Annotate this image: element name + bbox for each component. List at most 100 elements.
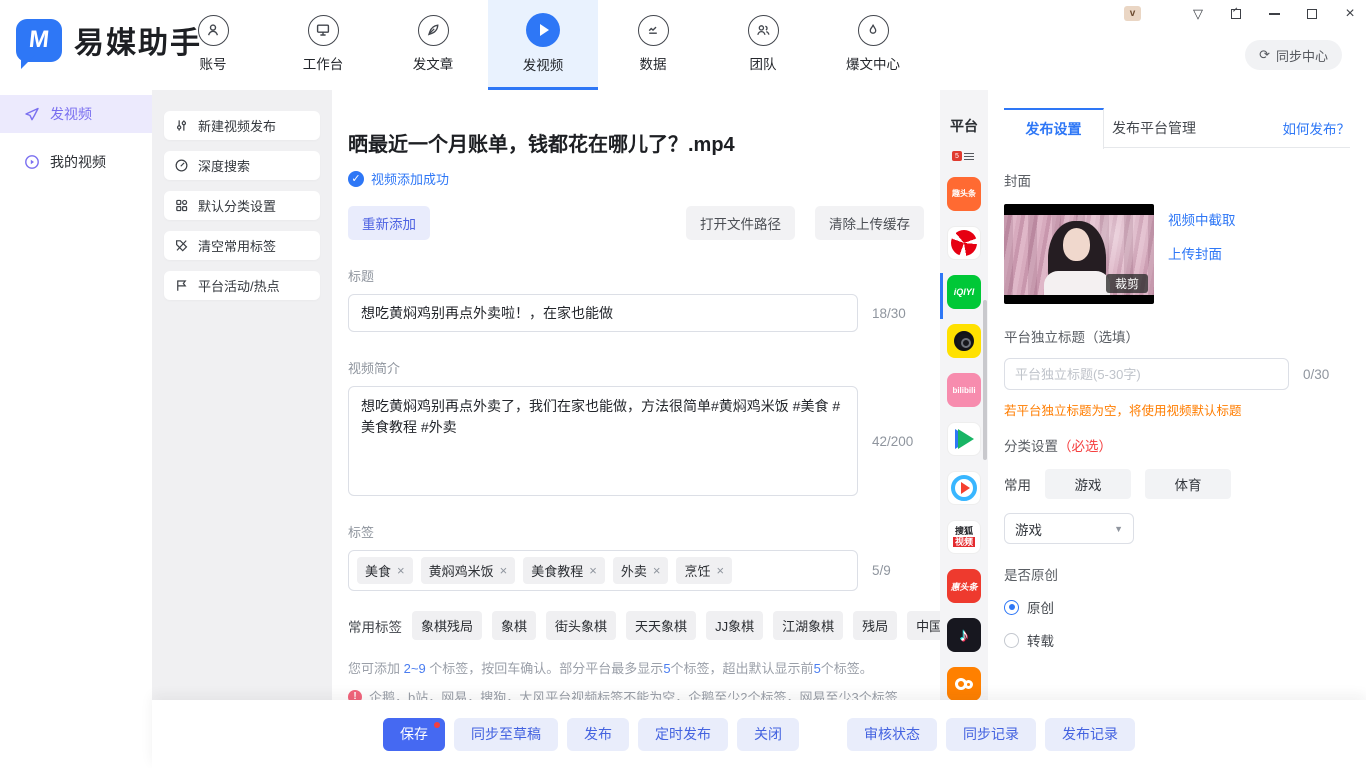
- deep-search-button[interactable]: 深度搜索: [164, 151, 320, 180]
- publish-button[interactable]: 发布: [567, 718, 629, 751]
- tag-chip[interactable]: 烹饪×: [676, 557, 732, 584]
- header: M 易媒助手 账号 工作台 发文章: [0, 0, 1366, 90]
- nav-item-publish-video[interactable]: 发视频: [488, 0, 598, 87]
- common-tag-chip[interactable]: 街头象棋: [546, 611, 616, 640]
- publish-records-button[interactable]: 发布记录: [1045, 718, 1135, 751]
- platform-icon-tencent-video[interactable]: [947, 422, 981, 456]
- category-chip-game[interactable]: 游戏: [1045, 469, 1131, 499]
- platform-icon-douyin[interactable]: ♪: [947, 618, 981, 652]
- tag-chip[interactable]: 外卖 ×: [613, 557, 669, 584]
- radio-repost[interactable]: 转载: [1004, 630, 1350, 650]
- platform-icon-bilibili[interactable]: bilibili: [947, 373, 981, 407]
- titlebar-app-icon: v: [1124, 6, 1141, 21]
- platform-icon-camera-yellow[interactable]: [947, 324, 981, 358]
- remove-tag-icon[interactable]: ×: [397, 563, 405, 578]
- close-button[interactable]: 关闭: [737, 718, 799, 751]
- nav-item-team[interactable]: 团队: [708, 0, 818, 87]
- scheduled-publish-button[interactable]: 定时发布: [638, 718, 728, 751]
- remove-tag-icon[interactable]: ×: [589, 563, 597, 578]
- common-tag-chip[interactable]: 象棋残局: [412, 611, 482, 640]
- tool-button-label: 新建视频发布: [198, 116, 276, 135]
- tag-chip[interactable]: 美食教程×: [523, 557, 605, 584]
- tag-chip[interactable]: 黄焖鸡米饭×: [421, 557, 516, 584]
- tools-panel: 新建视频发布 深度搜索 默认分类设置 清空常用标签 平台活动/热点: [152, 90, 332, 700]
- minimize-icon[interactable]: [1266, 6, 1282, 22]
- grid-icon: [174, 198, 189, 213]
- open-file-path-button[interactable]: 打开文件路径: [686, 206, 795, 240]
- remove-tag-icon[interactable]: ×: [716, 563, 724, 578]
- platform-icon-huitoutiao[interactable]: 惠头条: [947, 569, 981, 603]
- description-textarea[interactable]: 想吃黄焖鸡别再点外卖了，我们在家也能做，方法很简单#黄焖鸡米饭 #美食 #美食教…: [348, 386, 858, 496]
- account-icon: [198, 15, 229, 46]
- title-input[interactable]: [348, 294, 858, 332]
- radio-button-unchecked[interactable]: [1004, 633, 1019, 648]
- save-button[interactable]: 保存: [383, 718, 445, 751]
- platform-icon-qutoutiao[interactable]: 趣头条: [947, 177, 981, 211]
- sidebar-item-my-videos[interactable]: 我的视频: [0, 143, 152, 181]
- tag-chip[interactable]: 美食×: [357, 557, 413, 584]
- nav-item-data[interactable]: 数据: [598, 0, 708, 87]
- nav-item-account[interactable]: 账号: [158, 0, 268, 87]
- tencent-play-glyph: [958, 429, 974, 449]
- independent-title-input[interactable]: [1004, 358, 1289, 390]
- category-chip-sports[interactable]: 体育: [1145, 469, 1231, 499]
- clear-upload-cache-button[interactable]: 清除上传缓存: [815, 206, 924, 240]
- sidebar-item-publish-video[interactable]: 发视频: [0, 95, 152, 133]
- kuaishou-goggles-glyph: [955, 678, 973, 690]
- platform-icon-sohu-video[interactable]: 搜狐视频: [947, 520, 981, 554]
- common-tag-chip[interactable]: 天天象棋: [626, 611, 696, 640]
- new-video-publish-button[interactable]: 新建视频发布: [164, 111, 320, 140]
- common-tag-chip[interactable]: 江湖象棋: [773, 611, 843, 640]
- file-actions: 重新添加 打开文件路径 清除上传缓存: [348, 206, 924, 240]
- platform-icon-haokan[interactable]: [947, 471, 981, 505]
- sync-to-draft-button[interactable]: 同步至草稿: [454, 718, 558, 751]
- tag-label: 外卖: [621, 561, 647, 580]
- maximize-icon[interactable]: [1304, 6, 1320, 22]
- tags-input[interactable]: 美食× 黄焖鸡米饭× 美食教程× 外卖 × 烹饪×: [348, 550, 858, 591]
- crop-badge[interactable]: 裁剪: [1106, 274, 1148, 293]
- common-tag-chip[interactable]: JJ象棋: [706, 611, 763, 640]
- platform-rail-scrollbar[interactable]: [983, 300, 987, 460]
- team-icon: [748, 15, 779, 46]
- platform-icon-ifeng[interactable]: [947, 226, 981, 260]
- common-tag-chip[interactable]: 象棋: [492, 611, 536, 640]
- category-common-label: 常用: [1004, 474, 1031, 494]
- tags-tip: 您可添加 2~9 个标签，按回车确认。部分平台最多显示5个标签，超出默认显示前5…: [348, 658, 940, 677]
- radio-original[interactable]: 原创: [1004, 597, 1350, 617]
- readd-video-button[interactable]: 重新添加: [348, 206, 430, 240]
- tray-mark: v: [1130, 8, 1136, 19]
- close-icon[interactable]: ×: [1342, 6, 1358, 22]
- clear-common-tags-button[interactable]: 清空常用标签: [164, 231, 320, 260]
- radio-button-checked[interactable]: [1004, 600, 1019, 615]
- mini-logo-mark: [964, 153, 974, 160]
- nav-item-hot-center[interactable]: 爆文中心: [818, 0, 928, 87]
- publish-panel: 发布设置 发布平台管理 如何发布？ 封面 裁剪 视频中截取 上传封面 平台独立标…: [988, 90, 1366, 700]
- platform-icon-iqiyi[interactable]: iQIYI: [947, 275, 981, 309]
- default-category-button[interactable]: 默认分类设置: [164, 191, 320, 220]
- tab-platform-management[interactable]: 发布平台管理: [1104, 108, 1204, 148]
- how-to-publish-link[interactable]: 如何发布？: [1283, 118, 1351, 138]
- tab-publish-settings[interactable]: 发布设置: [1004, 108, 1104, 149]
- upload-cover-link[interactable]: 上传封面: [1168, 243, 1236, 263]
- window-controls: ▽ ×: [1190, 6, 1358, 22]
- platform-icon-kuaishou[interactable]: [947, 667, 981, 701]
- review-status-button[interactable]: 审核状态: [847, 718, 937, 751]
- nav-item-publish-article[interactable]: 发文章: [378, 0, 488, 87]
- title-counter: 18/30: [872, 306, 906, 321]
- popout-window-icon[interactable]: [1228, 6, 1244, 22]
- capture-from-video-link[interactable]: 视频中截取: [1168, 209, 1236, 229]
- flame-icon: [858, 15, 889, 46]
- sync-records-button[interactable]: 同步记录: [946, 718, 1036, 751]
- remove-tag-icon[interactable]: ×: [653, 563, 661, 578]
- platform-icon-mini-logo[interactable]: 5: [952, 150, 976, 162]
- nav-label: 数据: [640, 53, 667, 73]
- category-select[interactable]: 游戏 ▼: [1004, 513, 1134, 544]
- clock-icon: [174, 158, 189, 173]
- remove-tag-icon[interactable]: ×: [500, 563, 508, 578]
- platform-activity-button[interactable]: 平台活动/热点: [164, 271, 320, 300]
- common-tag-chip[interactable]: 残局: [853, 611, 897, 640]
- sync-center-button[interactable]: ⟳ 同步中心: [1245, 40, 1342, 70]
- cover-thumbnail[interactable]: 裁剪: [1004, 204, 1154, 304]
- collapse-window-icon[interactable]: ▽: [1190, 6, 1206, 22]
- nav-item-workbench[interactable]: 工作台: [268, 0, 378, 87]
